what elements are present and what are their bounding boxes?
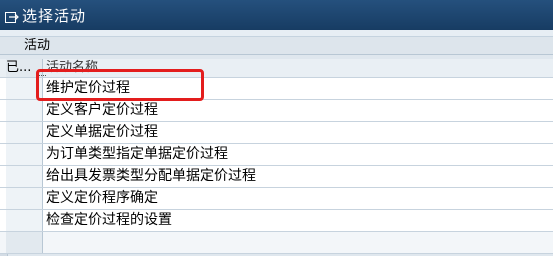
toolbar-band: [0, 30, 553, 37]
done-cell: [6, 100, 43, 121]
activity-name-cell[interactable]: 检查定价过程的设置: [46, 210, 172, 231]
table-row[interactable]: 给出具发票类型分配单据定价过程: [0, 166, 553, 188]
done-cell: [6, 232, 43, 253]
table-row[interactable]: 检查定价过程的设置: [0, 210, 553, 232]
activity-name-cell[interactable]: 定义客户定价过程: [46, 100, 158, 121]
done-cell: [6, 210, 43, 231]
group-header: 活动: [0, 37, 553, 55]
table-row[interactable]: 定义客户定价过程: [0, 100, 553, 122]
empty-row: [0, 232, 553, 254]
table-row[interactable]: 为订单类型指定单据定价过程: [0, 144, 553, 166]
window-title: 选择活动: [22, 6, 87, 25]
highlight-annotation-box: [36, 69, 204, 101]
activity-name-cell[interactable]: 给出具发票类型分配单据定价过程: [46, 166, 256, 187]
group-title: 活动: [24, 38, 51, 53]
done-cell: [6, 188, 43, 209]
done-cell: [6, 144, 43, 165]
activity-name-cell[interactable]: 定义单据定价过程: [46, 122, 158, 143]
table-row[interactable]: 定义定价程序确定: [0, 188, 553, 210]
table-row[interactable]: 定义单据定价过程: [0, 122, 553, 144]
done-cell: [6, 166, 43, 187]
activity-name-cell[interactable]: 定义定价程序确定: [46, 188, 158, 209]
activity-name-cell[interactable]: 为订单类型指定单据定价过程: [46, 144, 228, 165]
title-bar: 选择活动: [0, 0, 553, 30]
window-icon: [5, 9, 19, 23]
done-cell: [6, 122, 43, 143]
